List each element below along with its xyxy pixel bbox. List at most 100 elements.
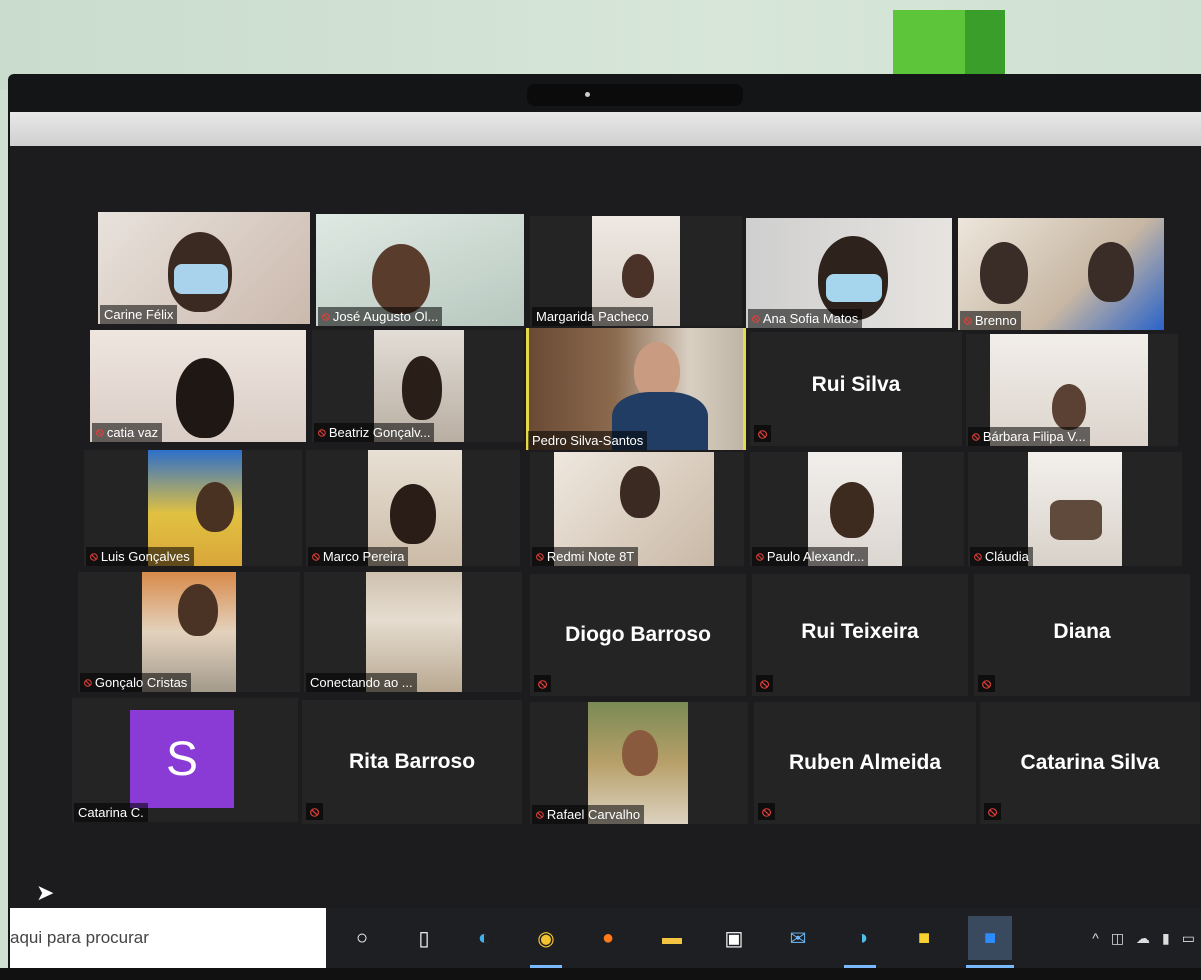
participant-tile[interactable]: Rui Silva ⦸ [750, 332, 962, 446]
webcam-icon [585, 92, 590, 97]
participant-name: ⦸ Bárbara Filipa V... [968, 427, 1090, 446]
mic-muted-icon: ⦸ [758, 803, 776, 820]
participant-tile[interactable]: S Catarina C. [72, 698, 298, 822]
participant-tile[interactable]: Catarina Silva ⦸ [980, 702, 1200, 824]
participant-name: Margarida Pacheco [532, 307, 653, 326]
zoom-icon[interactable]: ■ [968, 916, 1012, 960]
participant-tile[interactable]: ⦸ Cláudia [968, 452, 1182, 566]
participant-name: Carine Félix [100, 305, 178, 324]
store-icon[interactable]: ▣ [716, 920, 752, 956]
mic-muted-icon: ⦸ [974, 549, 982, 563]
mic-muted-icon: ⦸ [96, 425, 104, 439]
participant-face [620, 466, 660, 518]
participant-face [390, 484, 436, 544]
participant-name: ⦸ Gonçalo Cristas [80, 673, 192, 692]
participant-name: ⦸ Cláudia [970, 547, 1033, 566]
participant-tile-active-speaker[interactable]: Pedro Silva-Santos [526, 328, 746, 450]
mic-muted-icon: ⦸ [312, 549, 320, 563]
participant-face [830, 482, 874, 538]
participant-tile[interactable]: Conectando ao ... [304, 572, 522, 692]
participant-name: Catarina C. [74, 803, 148, 822]
participant-name: Catarina Silva [1020, 750, 1160, 774]
participant-tile[interactable]: ⦸ Rafael Carvalho [530, 702, 748, 824]
taskbar-search-input[interactable]: aqui para procurar [10, 908, 326, 968]
participant-tile[interactable]: ⦸ José Augusto Ol... [316, 214, 524, 326]
participant-face [980, 242, 1028, 304]
participant-name: Rui Teixeira [801, 620, 919, 644]
monitor-bottom-edge [0, 968, 1201, 980]
participant-tile[interactable]: ⦸ Paulo Alexandr... [750, 452, 964, 566]
task-view-icon[interactable]: ▯ [406, 920, 442, 956]
edge-profile-icon[interactable]: ◑ [844, 920, 880, 956]
mic-muted-icon: ⦸ [978, 675, 996, 692]
mic-muted-icon: ⦸ [984, 803, 1002, 820]
participant-face [1088, 242, 1134, 302]
participant-face [402, 356, 442, 420]
participant-tile[interactable]: Diogo Barroso ⦸ [530, 574, 746, 696]
sticky-notes-icon[interactable]: ■ [906, 920, 942, 956]
battery-icon[interactable]: ▭ [1182, 930, 1195, 947]
windows-taskbar: aqui para procurar ○ ▯ ◐ ◉ ● ▬ ▣ ✉ ◑ ■ ■… [10, 908, 1201, 968]
mic-muted-icon: ⦸ [536, 807, 544, 821]
mic-muted-icon: ⦸ [972, 429, 980, 443]
participant-name: ⦸ Rafael Carvalho [532, 805, 645, 824]
system-tray: ^ ◫ ☁ ▮ ▭ [1092, 908, 1195, 968]
meet-icon[interactable]: ◫ [1111, 930, 1124, 947]
zoom-gallery: Carine Félix ⦸ José Augusto Ol... Margari… [10, 146, 1201, 908]
chevron-up-icon[interactable]: ^ [1092, 930, 1099, 946]
participant-tile[interactable]: ⦸ Redmi Note 8T [530, 452, 744, 566]
mic-muted-icon: ⦸ [318, 425, 326, 439]
participant-tile[interactable]: Diana ⦸ [974, 574, 1190, 696]
participant-tile[interactable]: ⦸ Marco Pereira [306, 450, 520, 566]
onedrive-icon[interactable]: ☁ [1136, 930, 1150, 947]
participant-name: Diogo Barroso [565, 622, 711, 646]
firefox-icon[interactable]: ● [590, 920, 626, 956]
participant-face [176, 358, 234, 438]
participant-name: ⦸ Ana Sofia Matos [748, 309, 863, 328]
participant-name: ⦸ Paulo Alexandr... [752, 547, 869, 566]
mic-muted-icon: ⦸ [322, 309, 330, 323]
face-mask [826, 274, 882, 302]
participant-face [622, 254, 654, 298]
mic-muted-icon: ⦸ [756, 675, 774, 692]
participant-tile[interactable]: ⦸ Luis Gonçalves [84, 450, 302, 566]
participant-name: Rui Silva [811, 373, 901, 397]
mic-muted-icon: ⦸ [90, 549, 98, 563]
mail-icon[interactable]: ✉ [780, 920, 816, 956]
participant-tile[interactable]: Ruben Almeida ⦸ [754, 702, 976, 824]
mic-muted-icon: ⦸ [756, 549, 764, 563]
participant-face [1052, 384, 1086, 430]
mic-muted-icon: ⦸ [534, 675, 552, 692]
participant-tile[interactable]: ⦸ Beatriz Gonçalv... [312, 330, 524, 442]
participant-tile[interactable]: Carine Félix [98, 212, 310, 324]
participant-tile[interactable]: ⦸ catia vaz [90, 330, 306, 442]
mic-muted-icon: ⦸ [752, 311, 760, 325]
participant-tile[interactable]: ⦸ Gonçalo Cristas [78, 572, 300, 692]
face-mask [174, 264, 228, 294]
cortana-icon[interactable]: ○ [344, 920, 380, 956]
participant-tile[interactable]: Rui Teixeira ⦸ [752, 574, 968, 696]
webcam-housing [527, 84, 743, 106]
chrome-icon[interactable]: ◉ [528, 920, 564, 956]
mouse-cursor-icon: ➤ [36, 880, 55, 905]
participant-face [1050, 500, 1102, 540]
participant-tile[interactable]: ⦸ Ana Sofia Matos [746, 218, 952, 328]
file-explorer-icon[interactable]: ▬ [654, 920, 690, 956]
participant-tile[interactable]: Margarida Pacheco [530, 216, 742, 326]
participant-tile[interactable]: ⦸ Brenno [958, 218, 1164, 330]
participant-name: Rita Barroso [348, 749, 476, 773]
microphone-icon[interactable]: ▮ [1162, 930, 1170, 947]
edge-icon[interactable]: ◐ [466, 920, 502, 956]
participant-name: Ruben Almeida [788, 750, 942, 774]
window-titlebar[interactable] [10, 112, 1201, 146]
participant-name: ⦸ Luis Gonçalves [86, 547, 194, 566]
participant-name: ⦸ Beatriz Gonçalv... [314, 423, 435, 442]
participant-name: ⦸ catia vaz [92, 423, 163, 442]
participant-tile[interactable]: ⦸ Bárbara Filipa V... [966, 334, 1178, 446]
participant-name: Diana [1053, 620, 1111, 644]
participant-name: ⦸ Redmi Note 8T [532, 547, 639, 566]
participant-name: ⦸ Marco Pereira [308, 547, 409, 566]
participant-tile[interactable]: Rita Barroso ⦸ [302, 700, 522, 824]
mic-muted-icon: ⦸ [306, 803, 324, 820]
mic-muted-icon: ⦸ [536, 549, 544, 563]
